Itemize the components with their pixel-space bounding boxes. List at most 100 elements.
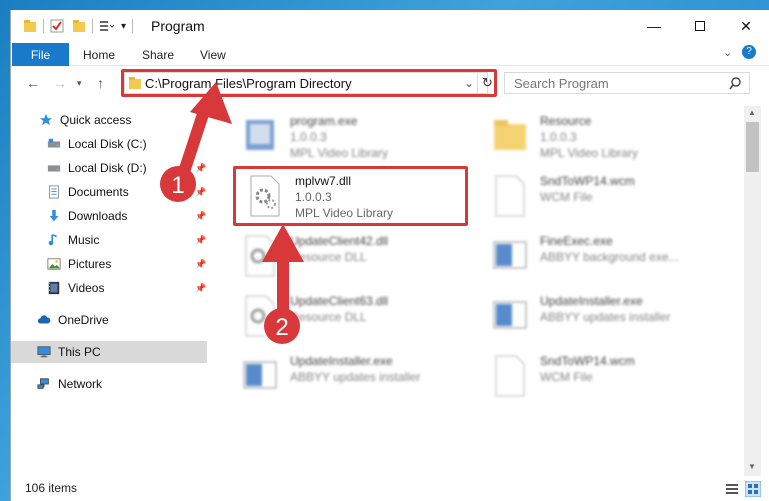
sidebar-item-label: Local Disk (D:) bbox=[68, 161, 147, 175]
file-item[interactable]: Resource 1.0.0.3 MPL Video Library bbox=[482, 108, 712, 164]
file-type: WCM File bbox=[540, 370, 593, 384]
minimize-button[interactable]: — bbox=[631, 10, 677, 42]
file-highlight bbox=[233, 166, 468, 226]
back-arrow-icon[interactable]: ← bbox=[26, 75, 40, 91]
navigation-pane: Quick access Local Disk (C:) Local Disk … bbox=[11, 106, 207, 466]
file-type: Resource DLL bbox=[290, 310, 367, 324]
file-item[interactable]: FineExec.exe ABBYY background exe... bbox=[482, 228, 712, 284]
search-input[interactable]: Search Program bbox=[514, 76, 609, 91]
documents-icon bbox=[49, 185, 59, 199]
file-list: program.exe 1.0.0.3 MPL Video Library Re… bbox=[207, 106, 744, 476]
file-type: WCM File bbox=[540, 190, 593, 204]
file-name: UpdateClient63.dll bbox=[290, 294, 389, 308]
cloud-icon bbox=[37, 315, 51, 324]
file-item[interactable]: UpdateClient42.dll Resource DLL bbox=[232, 228, 462, 284]
sidebar-item-label: Pictures bbox=[68, 257, 112, 271]
sidebar-item-label: Network bbox=[58, 377, 103, 391]
tab-home[interactable]: Home bbox=[83, 48, 115, 62]
sidebar-item-quick-access[interactable]: Quick access bbox=[11, 109, 207, 131]
help-icon[interactable]: ? bbox=[742, 45, 756, 59]
pin-icon[interactable]: 📌 bbox=[195, 235, 206, 246]
close-icon: ✕ bbox=[740, 17, 752, 34]
close-button[interactable]: ✕ bbox=[723, 10, 769, 42]
pin-icon[interactable]: 📌 bbox=[195, 163, 206, 174]
vertical-scrollbar[interactable]: ▲ ▼ bbox=[744, 106, 761, 476]
explorer-window: ▾ Program — ✕ File Home Share View ⌄ ? ←… bbox=[10, 10, 769, 501]
file-type: ABBYY updates installer bbox=[290, 370, 421, 384]
computer-icon bbox=[37, 346, 51, 358]
download-icon bbox=[49, 209, 59, 222]
exe-file-icon bbox=[493, 301, 527, 329]
title-bar: ▾ Program — ✕ bbox=[11, 10, 769, 42]
sidebar-item-videos[interactable]: Videos 📌 bbox=[11, 277, 207, 299]
properties-icon[interactable] bbox=[50, 19, 64, 33]
file-item[interactable]: program.exe 1.0.0.3 MPL Video Library bbox=[232, 108, 462, 164]
quick-access-toolbar: ▾ bbox=[23, 17, 139, 35]
sidebar-item-label: Videos bbox=[68, 281, 105, 295]
exe-file-icon bbox=[246, 120, 274, 150]
file-description: MPL Video Library bbox=[540, 146, 639, 160]
tab-share[interactable]: Share bbox=[142, 48, 174, 62]
pictures-icon bbox=[47, 258, 61, 270]
sidebar-item-network[interactable]: Network bbox=[11, 373, 207, 395]
file-item[interactable]: SndToWP14.wcm WCM File bbox=[482, 348, 712, 404]
pin-icon[interactable]: 📌 bbox=[195, 259, 206, 270]
tab-view[interactable]: View bbox=[200, 48, 226, 62]
window-title: Program bbox=[151, 18, 205, 34]
exe-file-icon bbox=[493, 241, 527, 269]
file-item[interactable]: UpdateClient63.dll Resource DLL bbox=[232, 288, 462, 344]
sidebar-item-downloads[interactable]: Downloads 📌 bbox=[11, 205, 207, 227]
scrollbar-thumb[interactable] bbox=[746, 122, 759, 172]
sidebar-item-local-disk-c[interactable]: Local Disk (C:) bbox=[11, 133, 207, 155]
sidebar-item-label: This PC bbox=[58, 345, 101, 359]
sidebar-item-onedrive[interactable]: OneDrive bbox=[11, 309, 207, 331]
sidebar-item-label: Local Disk (C:) bbox=[68, 137, 147, 151]
up-arrow-icon[interactable]: ↑ bbox=[97, 75, 104, 91]
minimize-icon: — bbox=[647, 18, 661, 34]
recent-chevron-icon[interactable]: ▾ bbox=[77, 78, 82, 89]
sidebar-item-documents[interactable]: Documents 📌 bbox=[11, 181, 207, 203]
file-item[interactable]: UpdateInstaller.exe ABBYY updates instal… bbox=[482, 288, 712, 344]
customize-icon[interactable] bbox=[99, 19, 115, 33]
sidebar-item-label: Music bbox=[68, 233, 100, 247]
sidebar-item-local-disk-d[interactable]: Local Disk (D:) 📌 bbox=[11, 157, 207, 179]
dll-file-icon bbox=[245, 235, 275, 277]
sidebar-item-label: Downloads bbox=[68, 209, 128, 223]
pin-icon[interactable]: 📌 bbox=[195, 211, 206, 222]
file-name: Resource bbox=[540, 114, 592, 128]
new-folder-icon[interactable] bbox=[72, 19, 86, 33]
exe-file-icon bbox=[243, 361, 277, 389]
details-view-icon[interactable] bbox=[725, 482, 739, 496]
search-box[interactable]: Search Program bbox=[504, 72, 750, 94]
sidebar-item-label: Documents bbox=[68, 185, 129, 199]
folder-icon[interactable] bbox=[23, 19, 37, 33]
large-icons-view-icon[interactable] bbox=[745, 481, 761, 497]
search-icon bbox=[729, 77, 741, 90]
sidebar-item-this-pc[interactable]: This PC bbox=[11, 341, 207, 363]
blank-file-icon bbox=[495, 355, 525, 397]
file-name: SndToWP14.wcm bbox=[540, 174, 635, 188]
forward-arrow-icon[interactable]: → bbox=[53, 75, 67, 91]
tab-file[interactable]: File bbox=[12, 43, 69, 66]
sidebar-item-music[interactable]: Music 📌 bbox=[11, 229, 207, 251]
file-type: ABBYY updates installer bbox=[540, 310, 671, 324]
file-item[interactable]: UpdateInstaller.exe ABBYY updates instal… bbox=[232, 348, 462, 404]
navigation-bar: ← → ▾ ↑ C:\Program Files\Program Directo… bbox=[11, 67, 769, 99]
pin-icon[interactable]: 📌 bbox=[195, 187, 206, 198]
ribbon: File Home Share View ⌄ ? bbox=[11, 42, 769, 66]
star-icon bbox=[39, 113, 53, 126]
maximize-button[interactable] bbox=[677, 10, 723, 42]
file-version: 1.0.0.3 bbox=[540, 130, 577, 144]
scroll-up-icon[interactable]: ▲ bbox=[748, 108, 756, 117]
file-item[interactable]: SndToWP14.wcm WCM File bbox=[482, 168, 712, 224]
chevron-down-icon[interactable]: ▾ bbox=[121, 21, 126, 32]
address-highlight bbox=[121, 69, 497, 97]
divider bbox=[43, 19, 44, 33]
file-type: Resource DLL bbox=[290, 250, 367, 264]
scroll-down-icon[interactable]: ▼ bbox=[748, 462, 756, 471]
pin-icon[interactable]: 📌 bbox=[195, 283, 206, 294]
sidebar-item-pictures[interactable]: Pictures 📌 bbox=[11, 253, 207, 275]
network-icon bbox=[37, 378, 49, 389]
drive-icon bbox=[47, 138, 61, 148]
ribbon-expand-icon[interactable]: ⌄ bbox=[723, 46, 732, 59]
